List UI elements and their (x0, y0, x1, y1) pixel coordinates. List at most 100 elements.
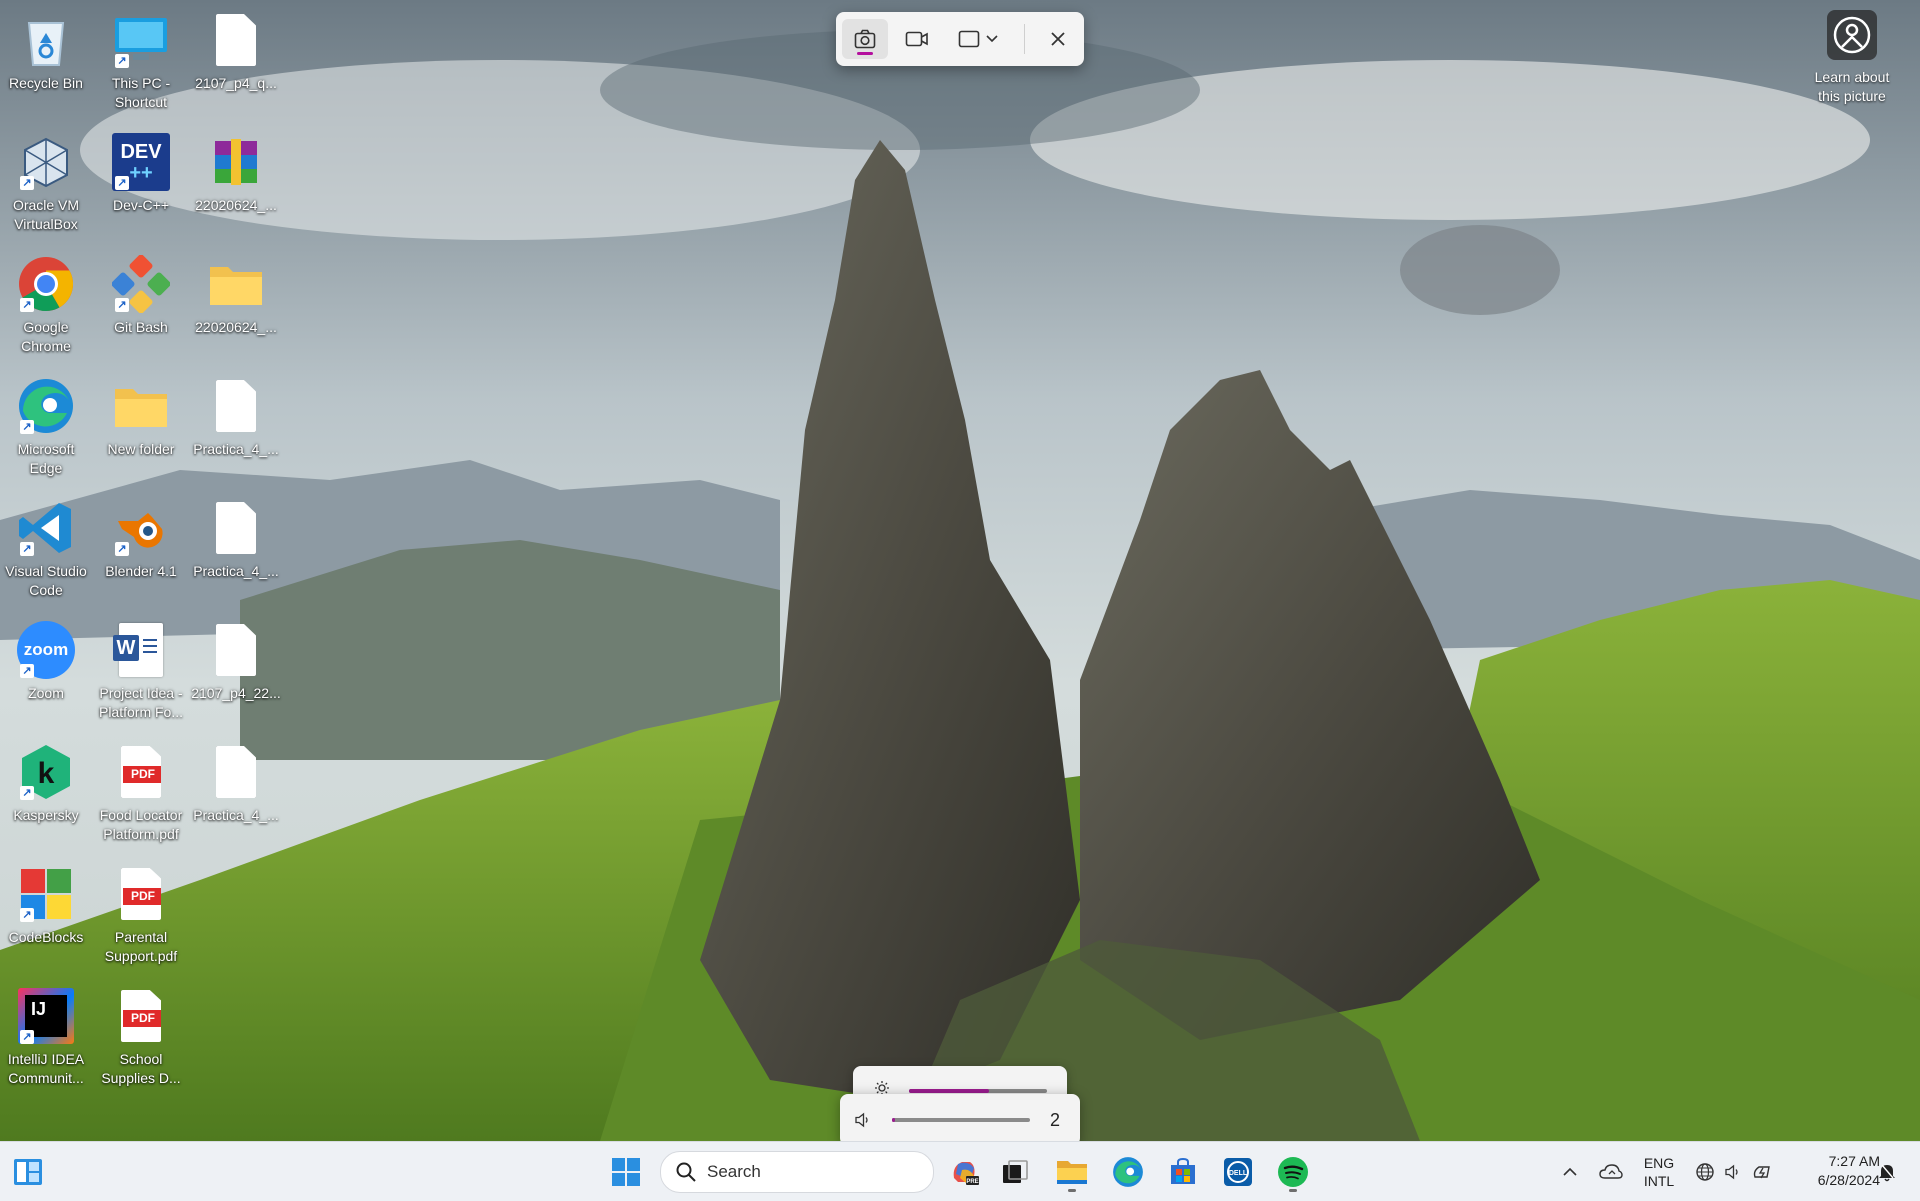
intellij-icon: IJ ↗ (16, 986, 76, 1046)
kaspersky-icon: k ↗ (16, 742, 76, 802)
shortcut-arrow-icon: ↗ (115, 54, 129, 68)
taskbar-clock[interactable]: 7:27 AM 6/28/2024 (1788, 1152, 1880, 1190)
shortcut-arrow-icon: ↗ (20, 298, 34, 312)
widgets-button[interactable] (6, 1150, 50, 1194)
desktop-icon-label: This PC - Shortcut (111, 75, 171, 110)
desktop-icon-new-folder[interactable]: New folder (96, 368, 186, 478)
desktop-icon-vscode[interactable]: ↗ Visual Studio Code (1, 490, 91, 600)
file-icon (206, 498, 266, 558)
desktop-icon-file-2107-22[interactable]: 2107_p4_22... (191, 612, 281, 722)
desktop-icon-blender[interactable]: ↗ Blender 4.1 (96, 490, 186, 600)
notification-bell-icon (1879, 1164, 1895, 1181)
desktop-icon-virtualbox[interactable]: ↗ Oracle VM VirtualBox (1, 124, 91, 234)
language-indicator[interactable]: ENG INTL (1636, 1142, 1682, 1201)
desktop-icon-codeblocks[interactable]: ↗ CodeBlocks (1, 856, 91, 966)
pdf-badge: PDF (123, 1010, 161, 1027)
desktop-icon-file-practica-1[interactable]: Practica_4_... (191, 368, 281, 478)
desktop-icon-label: Practica_4_... (193, 807, 279, 823)
chevron-up-icon (1563, 1167, 1577, 1176)
snip-shape-dropdown[interactable] (950, 19, 1006, 59)
desktop-icon-edge[interactable]: ↗ Microsoft Edge (1, 368, 91, 478)
desktop-icon-label: Git Bash (114, 319, 168, 335)
network-tray-button[interactable] (1692, 1142, 1718, 1201)
volume-level: 2 (1049, 1110, 1060, 1130)
toolbar-divider (1024, 24, 1025, 54)
copilot-icon: PRE (953, 1162, 979, 1185)
learn-about-picture[interactable]: Learn about this picture (1802, 10, 1902, 110)
start-button[interactable] (604, 1150, 648, 1194)
battery-tray-button[interactable] (1748, 1142, 1778, 1201)
camera-icon (854, 29, 876, 49)
desktop-icon-chrome[interactable]: ↗ Google Chrome (1, 246, 91, 356)
desktop-icon-file-practica-3[interactable]: Practica_4_... (191, 734, 281, 844)
folder-icon (111, 376, 171, 436)
edge-icon: ↗ (16, 376, 76, 436)
video-mode-button[interactable] (894, 19, 940, 59)
winrar-archive-icon (206, 132, 266, 192)
chevron-down-icon (986, 35, 998, 43)
desktop-icon-kaspersky[interactable]: k ↗ Kaspersky (1, 734, 91, 844)
pdf-icon: PDF (111, 986, 171, 1046)
task-view-icon (1003, 1160, 1028, 1183)
desktop-icon-school-supplies-pdf[interactable]: PDF School Supplies D... (96, 978, 186, 1088)
clock-time: 7:27 AM (1828, 1153, 1880, 1169)
pdf-icon: PDF (111, 742, 171, 802)
kaspersky-badge: k (38, 757, 55, 790)
speaker-icon (1725, 1164, 1738, 1179)
volume-tray-button[interactable] (1720, 1142, 1746, 1201)
shortcut-arrow-icon: ↗ (20, 664, 34, 678)
desktop-icon-intellij[interactable]: IJ ↗ IntelliJ IDEA Communit... (1, 978, 91, 1088)
desktop-icon-food-locator-pdf[interactable]: PDF Food Locator Platform.pdf (96, 734, 186, 844)
speaker-icon[interactable] (854, 1112, 872, 1128)
recycle-bin-icon (16, 10, 76, 70)
desktop-icon-parental-support-pdf[interactable]: PDF Parental Support.pdf (96, 856, 186, 966)
desktop-icon-git-bash[interactable]: ↗ Git Bash (96, 246, 186, 356)
desktop-icon-label: Visual Studio Code (5, 563, 87, 598)
dell-button[interactable]: DELL (1216, 1150, 1260, 1194)
shortcut-arrow-icon: ↗ (115, 176, 129, 190)
desktop-icon-folder-22020624[interactable]: 22020624_... (191, 246, 281, 356)
shortcut-arrow-icon: ↗ (20, 786, 34, 800)
desktop-icon-file-2107-q[interactable]: 2107_p4_q... (191, 2, 281, 112)
spotify-button[interactable] (1271, 1150, 1315, 1194)
onedrive-tray-button[interactable] (1596, 1142, 1626, 1201)
brightness-slider-fill (909, 1089, 990, 1093)
word-doc-icon: W (111, 620, 171, 680)
volume-slider[interactable] (892, 1118, 1030, 1122)
desktop-icon-project-idea[interactable]: W Project Idea - Platform Fo... (96, 612, 186, 722)
brightness-slider[interactable] (909, 1089, 1047, 1093)
copilot-button[interactable]: PRE (942, 1150, 986, 1194)
taskbar-search[interactable]: Search (660, 1151, 934, 1193)
desktop-icon-label: Kaspersky (13, 807, 79, 823)
desktop-icon-zoom[interactable]: zoom ↗ Zoom (1, 612, 91, 722)
search-placeholder: Search (707, 1162, 761, 1181)
word-badge: W (113, 635, 139, 661)
desktop-icon-devcpp[interactable]: DEV ++ ↗ Dev-C++ (96, 124, 186, 234)
desktop-icon-recycle-bin[interactable]: Recycle Bin (1, 2, 91, 112)
file-explorer-button[interactable] (1050, 1150, 1094, 1194)
show-hidden-icons-button[interactable] (1556, 1142, 1584, 1201)
pdf-badge: PDF (123, 766, 161, 783)
task-view-button[interactable] (993, 1150, 1037, 1194)
notifications-button[interactable] (1872, 1142, 1902, 1201)
globe-network-icon (1696, 1162, 1714, 1181)
desktop-icon-label: 2107_p4_q... (195, 75, 277, 91)
desktop-icon-file-practica-2[interactable]: Practica_4_... (191, 490, 281, 600)
desktop-icon-label: Zoom (28, 685, 64, 701)
shortcut-arrow-icon: ↗ (115, 542, 129, 556)
spotify-icon (1278, 1157, 1308, 1187)
edge-taskbar-button[interactable] (1106, 1150, 1150, 1194)
desktop-icon-this-pc[interactable]: ↗ This PC - Shortcut (96, 2, 186, 112)
close-icon (1051, 32, 1065, 46)
desktop-icon-label: School Supplies D... (101, 1051, 181, 1086)
microsoft-store-button[interactable] (1161, 1150, 1205, 1194)
edge-icon (1113, 1157, 1143, 1187)
screenshot-mode-button[interactable] (842, 19, 888, 59)
desktop-icon-archive-22020624[interactable]: 22020624_... (191, 124, 281, 234)
folder-icon (206, 254, 266, 314)
blender-icon: ↗ (111, 498, 171, 558)
desktop-icon-label: Google Chrome (21, 319, 71, 354)
desktop-icon-label: Project Idea - Platform Fo... (98, 685, 184, 720)
close-snip-button[interactable] (1035, 19, 1081, 59)
this-pc-icon: ↗ (111, 10, 171, 70)
